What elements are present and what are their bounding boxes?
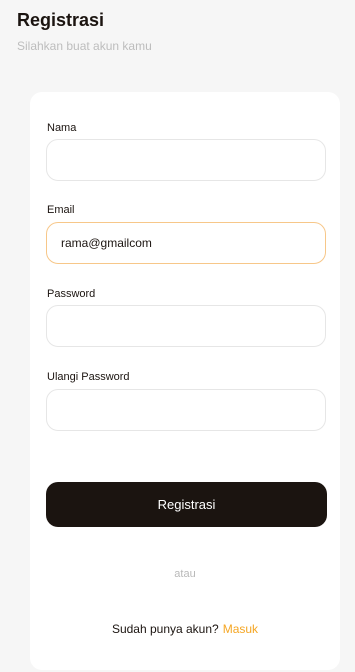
email-input[interactable] xyxy=(46,222,326,264)
divider-text: atau xyxy=(174,568,196,580)
registration-screen: Registrasi Silahkan buat akun kamu Nama … xyxy=(0,0,355,672)
page-title: Registrasi xyxy=(17,10,105,30)
name-input[interactable] xyxy=(46,139,326,181)
email-label: Email xyxy=(47,204,75,216)
page-subtitle: Silahkan buat akun kamu xyxy=(17,39,152,53)
name-label: Nama xyxy=(47,122,77,134)
password-input[interactable] xyxy=(46,305,326,347)
registration-card: Nama Email Password Ulangi Password Regi… xyxy=(30,92,340,670)
confirm-password-label: Ulangi Password xyxy=(47,371,130,383)
password-label: Password xyxy=(47,288,96,300)
login-prompt-text: Sudah punya akun? xyxy=(111,622,219,636)
confirm-password-input[interactable] xyxy=(46,389,326,431)
register-button[interactable]: Registrasi xyxy=(46,482,327,527)
login-link[interactable]: Masuk xyxy=(223,622,258,636)
login-prompt: Sudah punya akun? Masuk xyxy=(30,622,340,636)
